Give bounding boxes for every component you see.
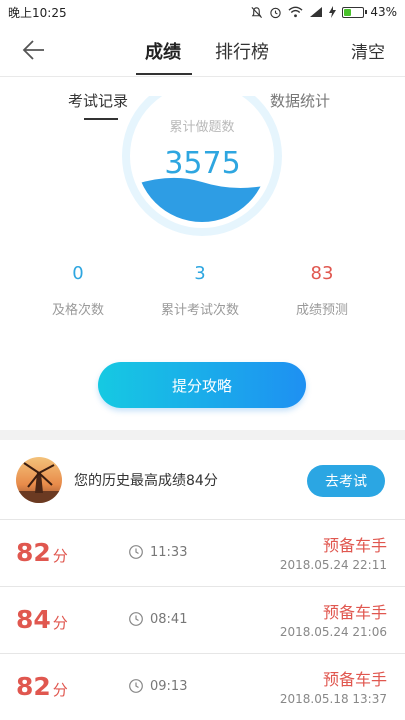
wifi-icon — [288, 6, 303, 18]
record-row[interactable]: 82 分 11:33 预备车手 2018.05.24 22:11 — [0, 520, 405, 586]
clock-icon — [129, 679, 143, 693]
subtab-exam-records[interactable]: 考试记录 — [68, 90, 128, 111]
clock-icon — [129, 612, 143, 626]
stat-pass-label: 及格次数 — [51, 303, 104, 318]
tab-leaderboard[interactable]: 排行榜 — [215, 38, 269, 64]
gauge-label: 累计做题数 — [169, 120, 235, 135]
go-exam-button[interactable]: 去考试 — [307, 465, 385, 497]
record-level: 预备车手 — [322, 670, 387, 689]
record-time: 08:41 — [150, 612, 188, 627]
record-level: 预备车手 — [322, 536, 387, 555]
tab-scores[interactable]: 成绩 — [145, 38, 181, 64]
best-score-row: 您的历史最高成绩84分 去考试 — [0, 440, 405, 520]
status-icons: 43% — [250, 5, 397, 19]
stat-prediction-label: 成绩预测 — [295, 303, 348, 318]
signal-icon — [310, 7, 323, 17]
stat-pass-count: 0 — [72, 263, 84, 284]
battery-percent: 43% — [370, 5, 397, 19]
status-bar: 晚上10:25 43% — [0, 0, 405, 24]
stat-prediction: 83 — [310, 263, 334, 284]
section-gap — [0, 430, 405, 440]
charging-icon — [329, 6, 337, 18]
record-date: 2018.05.18 13:37 — [279, 692, 387, 706]
stat-exam-count: 3 — [194, 263, 206, 284]
record-time: 09:13 — [150, 679, 188, 694]
record-row[interactable]: 84 分 08:41 预备车手 2018.05.24 21:06 — [0, 587, 405, 653]
record-level: 预备车手 — [322, 603, 387, 622]
header: 成绩 排行榜 清空 — [0, 24, 405, 76]
status-time: 晚上10:25 — [8, 5, 67, 20]
record-time: 11:33 — [150, 545, 188, 560]
tab-underline — [136, 73, 192, 75]
stat-exam-label: 累计考试次数 — [160, 303, 239, 318]
clock-icon — [129, 545, 143, 559]
subtab-underline — [84, 118, 118, 120]
best-score-text: 您的历史最高成绩84分 — [74, 473, 218, 489]
back-arrow-icon[interactable] — [18, 34, 50, 66]
record-date: 2018.05.24 22:11 — [279, 558, 387, 572]
alarm-icon — [270, 7, 282, 18]
record-row[interactable]: 82 分 09:13 预备车手 2018.05.18 13:37 — [0, 654, 405, 720]
record-date: 2018.05.24 21:06 — [279, 625, 387, 639]
battery-icon — [342, 6, 368, 18]
tips-button[interactable]: 提分攻略 — [98, 362, 306, 408]
record-score: 82 分 — [16, 672, 68, 701]
record-score: 84 分 — [16, 605, 68, 634]
avatar — [16, 457, 62, 503]
clear-button[interactable]: 清空 — [351, 38, 385, 63]
record-score: 82 分 — [16, 538, 68, 567]
total-questions: 3575 — [164, 146, 241, 181]
mute-icon — [251, 6, 263, 18]
